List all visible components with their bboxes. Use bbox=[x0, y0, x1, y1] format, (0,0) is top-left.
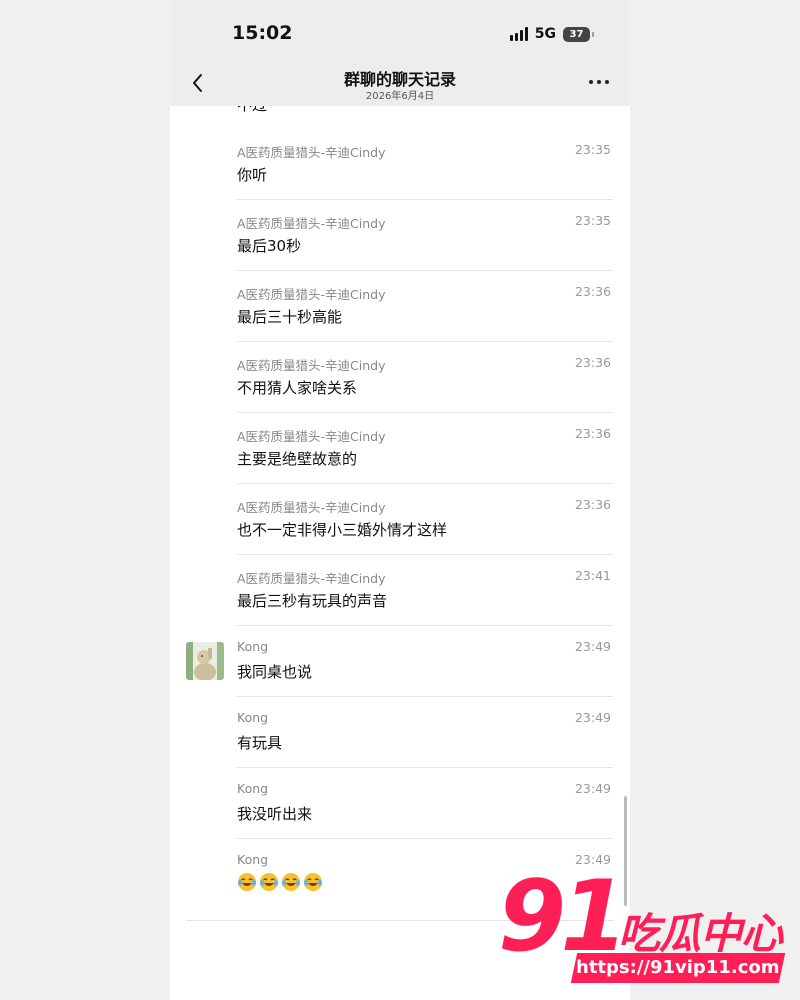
signal-icon bbox=[509, 27, 528, 41]
scrollbar[interactable] bbox=[624, 796, 627, 906]
sender-name: Kong bbox=[237, 710, 269, 725]
list-item[interactable]: A医药质量猎头-辛迪Cindy 23:36 主要是绝壁故意的 bbox=[237, 412, 613, 484]
message-time: 23:36 bbox=[574, 355, 611, 370]
list-item[interactable]: Kong 23:49 我没听出来 bbox=[237, 767, 613, 839]
emoji-row bbox=[237, 872, 323, 892]
sender-name: A医药质量猎头-辛迪Cindy bbox=[237, 571, 386, 586]
sender-name: A医药质量猎头-辛迪Cindy bbox=[237, 216, 386, 231]
battery-level: 37 bbox=[569, 28, 584, 40]
sender-name: A医药质量猎头-辛迪Cindy bbox=[237, 500, 386, 515]
network-type: 5G bbox=[534, 26, 556, 42]
partial-message: 不过 bbox=[237, 106, 267, 115]
page-date: 2026年6月4日 bbox=[365, 91, 435, 102]
message-time: 23:49 bbox=[574, 639, 611, 654]
watermark-logo: 91 bbox=[498, 860, 628, 974]
message-text: 我同桌也说 bbox=[237, 663, 313, 681]
message-text: 也不一定非得小三婚外情才这样 bbox=[237, 521, 448, 539]
laugh-cry-emoji bbox=[238, 873, 256, 891]
message-text: 你听 bbox=[237, 166, 268, 184]
message-time: 23:36 bbox=[574, 426, 611, 441]
laugh-cry-emoji bbox=[282, 873, 300, 891]
watermark-url: https://91vip11.com bbox=[570, 953, 786, 983]
sender-name: Kong bbox=[237, 781, 269, 796]
message-time: 23:36 bbox=[574, 284, 611, 299]
message-text: 最后三秒有玩具的声音 bbox=[237, 592, 388, 610]
sender-name: Kong bbox=[237, 639, 269, 654]
list-item[interactable]: A医药质量猎头-辛迪Cindy 23:35 你听 bbox=[237, 128, 613, 200]
list-item[interactable]: Kong 23:49 有玩具 bbox=[237, 696, 613, 768]
status-bar: 15:02 5G 37 bbox=[170, 0, 630, 62]
battery-icon: 37 bbox=[563, 26, 594, 42]
message-time: 23:49 bbox=[574, 781, 611, 796]
status-time: 15:02 bbox=[232, 22, 293, 44]
list-item[interactable]: A医药质量猎头-辛迪Cindy 23:41 最后三秒有玩具的声音 bbox=[237, 554, 613, 626]
message-text: 有玩具 bbox=[237, 734, 283, 752]
list-item[interactable]: Kong 23:49 我同桌也说 bbox=[237, 625, 613, 697]
sender-name: A医药质量猎头-辛迪Cindy bbox=[237, 358, 386, 373]
sender-name: A医药质量猎头-辛迪Cindy bbox=[237, 145, 386, 160]
message-time: 23:41 bbox=[574, 568, 611, 583]
more-icon[interactable] bbox=[584, 72, 614, 92]
sender-name: A医药质量猎头-辛迪Cindy bbox=[237, 429, 386, 444]
message-text: 最后三十秒高能 bbox=[237, 308, 343, 326]
sender-name: A医药质量猎头-辛迪Cindy bbox=[237, 287, 386, 302]
message-time: 23:35 bbox=[574, 142, 611, 157]
message-text: 不用猜人家啥关系 bbox=[237, 379, 358, 397]
list-item[interactable]: A医药质量猎头-辛迪Cindy 23:36 也不一定非得小三婚外情才这样 bbox=[237, 483, 613, 555]
watermark-name: 吃瓜中心 bbox=[618, 909, 783, 958]
status-indicators: 5G 37 bbox=[509, 24, 594, 44]
message-time: 23:36 bbox=[574, 497, 611, 512]
message-text: 我没听出来 bbox=[237, 805, 313, 823]
watermark-url-text: https://91vip11.com bbox=[576, 957, 780, 978]
message-text: 最后30秒 bbox=[237, 237, 302, 255]
nav-bar: 群聊的聊天记录 2026年6月4日 bbox=[170, 62, 630, 106]
avatar[interactable] bbox=[186, 642, 224, 680]
phone-screen: 15:02 5G 37 群聊的聊天记录 2026年6月4日 不过 A医药质量猎头… bbox=[170, 0, 630, 1000]
message-text: 主要是绝壁故意的 bbox=[237, 450, 358, 468]
laugh-cry-emoji bbox=[260, 873, 278, 891]
message-time: 23:49 bbox=[574, 710, 611, 725]
list-item[interactable]: A医药质量猎头-辛迪Cindy 23:36 不用猜人家啥关系 bbox=[237, 341, 613, 413]
laugh-cry-emoji bbox=[304, 873, 322, 891]
sender-name: Kong bbox=[237, 852, 269, 867]
message-time: 23:35 bbox=[574, 213, 611, 228]
list-item[interactable]: A医药质量猎头-辛迪Cindy 23:35 最后30秒 bbox=[237, 199, 613, 271]
list-item[interactable]: A医药质量猎头-辛迪Cindy 23:36 最后三十秒高能 bbox=[237, 270, 613, 342]
